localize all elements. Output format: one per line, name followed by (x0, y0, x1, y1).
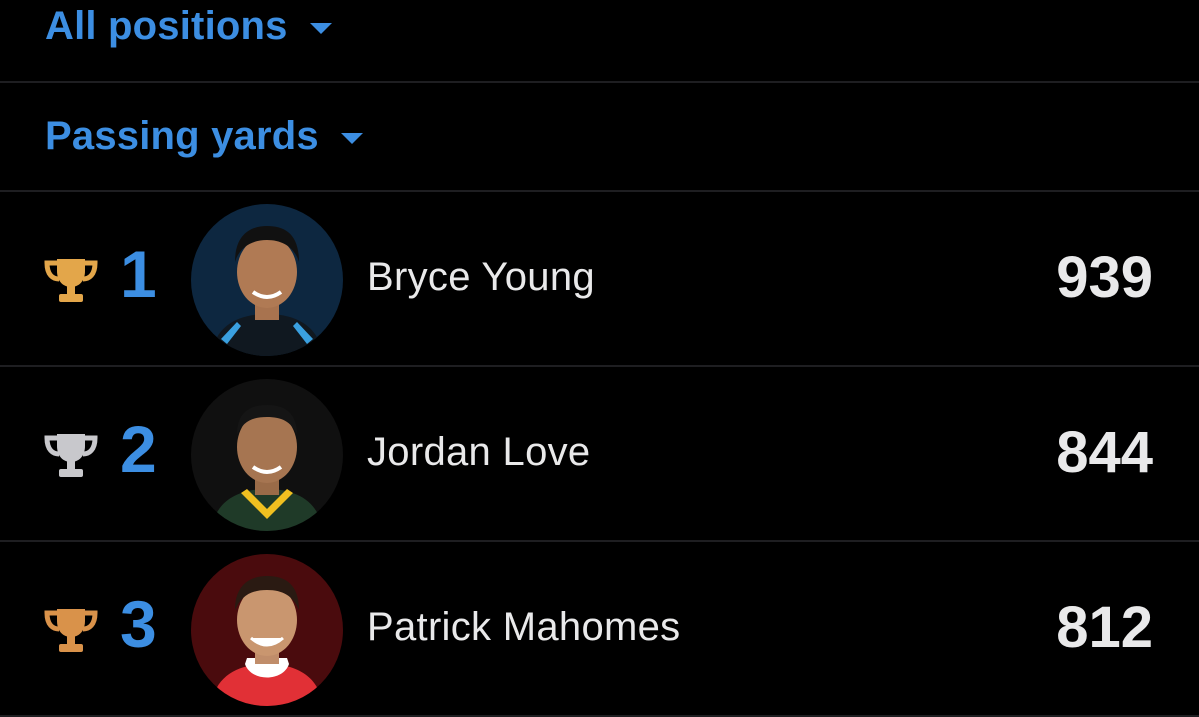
stat-value: 844 (1056, 420, 1153, 485)
silver-trophy-icon (44, 434, 98, 477)
stat-value: 812 (1056, 595, 1153, 660)
leader-row[interactable]: 2 Jordan Love 844 (0, 367, 1199, 542)
caret-down-icon (309, 23, 332, 34)
position-filter-dropdown[interactable]: All positions (0, 0, 1199, 83)
stat-filter-dropdown[interactable]: Passing yards (0, 83, 1199, 192)
stat-filter-label: Passing yards (45, 114, 319, 158)
stat-value: 939 (1056, 245, 1153, 310)
rank-number: 3 (120, 587, 157, 661)
rank-number: 1 (120, 237, 157, 311)
player-name: Bryce Young (367, 255, 595, 299)
position-filter-label: All positions (45, 4, 288, 48)
player-name: Jordan Love (367, 430, 591, 474)
gold-trophy-icon (44, 259, 98, 302)
caret-down-icon (340, 133, 363, 144)
player-avatar[interactable] (191, 379, 343, 531)
player-name: Patrick Mahomes (367, 605, 681, 649)
leader-row[interactable]: 1 Bryce Young 939 (0, 192, 1199, 367)
leader-row[interactable]: 3 Patrick Mahomes 812 (0, 542, 1199, 717)
player-avatar[interactable] (191, 204, 343, 356)
bronze-trophy-icon (44, 609, 98, 652)
player-avatar[interactable] (191, 554, 343, 706)
rank-number: 2 (120, 412, 157, 486)
